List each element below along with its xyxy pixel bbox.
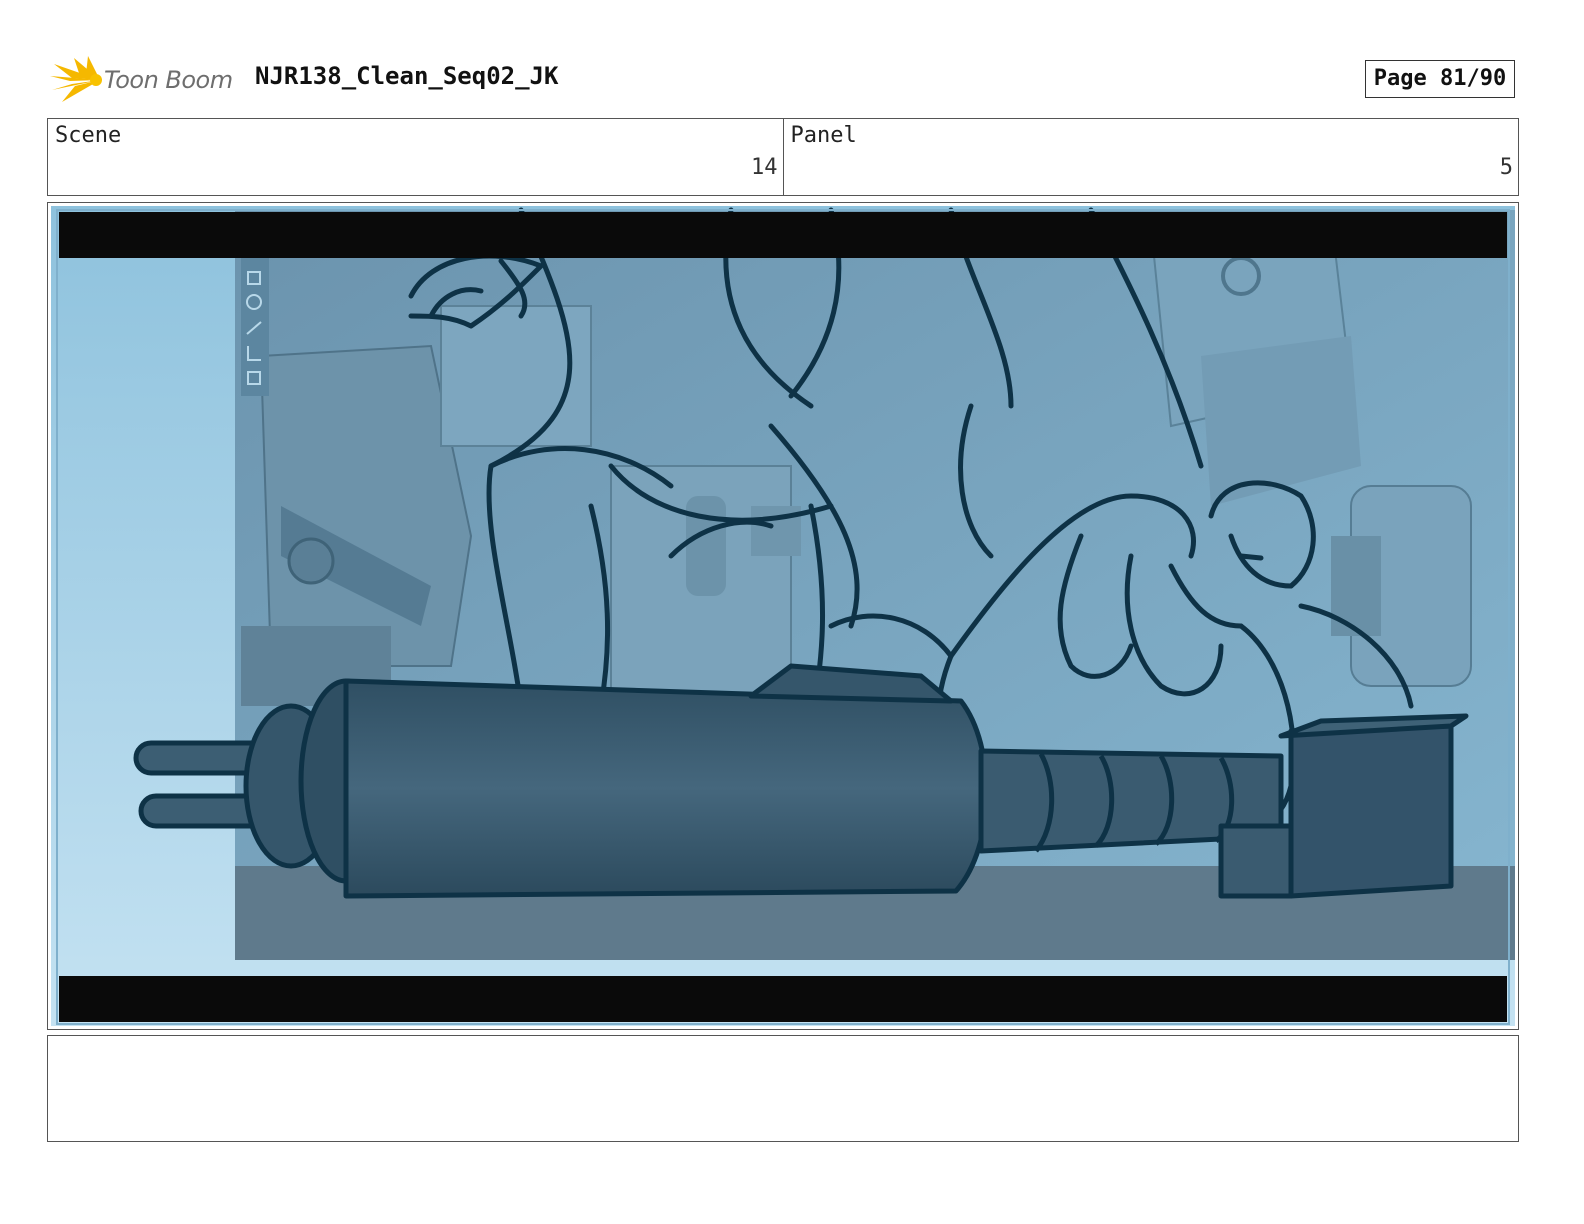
storyboard-drawing: [51, 206, 1515, 1026]
panel-number: 5: [1499, 155, 1513, 180]
scene-number: 14: [751, 155, 778, 180]
storyboard-panel-frame: [47, 202, 1519, 1030]
panel-label: Panel: [790, 123, 857, 148]
scene-panel-info: Scene 14 Panel 5: [47, 118, 1519, 196]
panel-cell: Panel 5: [782, 119, 1519, 195]
scene-label: Scene: [55, 123, 122, 148]
toon-boom-logo: Toon Boom: [50, 54, 240, 108]
project-title: NJR138_Clean_Seq02_JK: [255, 62, 559, 90]
action-notes-box: [47, 1035, 1519, 1142]
scene-cell: Scene 14: [48, 119, 783, 195]
starburst-icon: [50, 56, 102, 102]
letterbox-top: [59, 212, 1507, 258]
logo-wordmark: Toon Boom: [104, 66, 233, 94]
letterbox-bottom: [59, 976, 1507, 1022]
page-number-box: Page 81/90: [1365, 60, 1515, 98]
storyboard-page: Toon Boom NJR138_Clean_Seq02_JK Page 81/…: [0, 0, 1584, 1224]
